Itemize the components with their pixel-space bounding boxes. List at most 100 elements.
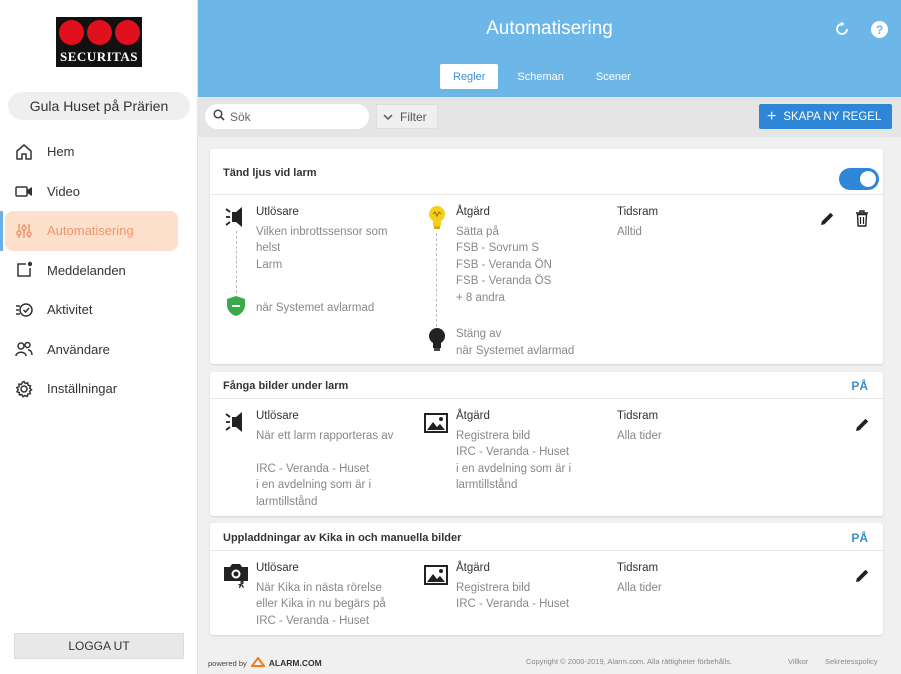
image-icon (424, 413, 448, 438)
home-icon (14, 142, 34, 162)
action2-line: när Systemet avlarmad (456, 345, 575, 357)
chevron-down-icon (383, 110, 393, 124)
rule-card: Uppladdningar av Kika in och manuella bi… (210, 523, 883, 635)
page-header: Automatisering ? Regler Scheman Scener (198, 0, 901, 97)
sliders-icon (14, 221, 34, 241)
trigger-heading: Utlösare (256, 562, 299, 574)
sidebar-item-meddelanden[interactable]: Meddelanden (0, 251, 198, 291)
time-heading: Tidsram (617, 206, 659, 218)
logout-button[interactable]: LOGGA UT (14, 633, 184, 659)
rule-status: PÅ (851, 379, 868, 393)
sidebar-item-aktivitet[interactable]: Aktivitet (0, 290, 198, 330)
siren-icon (225, 410, 249, 439)
action-line: IRC - Veranda - Huset (456, 446, 570, 458)
tab-bar: Regler Scheman Scener (440, 64, 650, 89)
sidebar-item-installningar[interactable]: Inställningar (0, 369, 198, 409)
powered-by-text: powered by (208, 658, 247, 668)
time-value: Alla tider (617, 430, 662, 442)
page-title: Automatisering (486, 18, 613, 39)
site-selector[interactable]: Gula Huset på Prärien (8, 92, 190, 120)
image-icon (424, 565, 448, 590)
action-line: FSB - Sovrum S (456, 242, 540, 254)
plus-icon: + (767, 107, 777, 125)
shield-icon (226, 295, 246, 322)
action-heading: Åtgärd (456, 410, 490, 422)
time-value: Alla tider (617, 582, 662, 594)
create-rule-label: SKAPA NY REGEL (783, 110, 882, 123)
filter-button[interactable]: Filter (376, 104, 438, 129)
lightbulb-off-icon (427, 327, 447, 358)
privacy-link[interactable]: Sekretesspolicy (825, 657, 878, 666)
sidebar-item-label: Meddelanden (47, 262, 126, 278)
rule-card: Tänd ljus vid larm Utlösare Vilken inbro… (210, 149, 883, 364)
search-icon (213, 108, 225, 126)
sidebar-item-label: Aktivitet (47, 302, 93, 318)
alarm-com-logo-icon (249, 656, 266, 669)
edit-pencil-icon[interactable] (855, 417, 870, 437)
sidebar-item-label: Inställningar (47, 381, 118, 397)
rule-card: Fånga bilder under larm PÅ Utlösare När … (210, 372, 883, 516)
toolbar: Filter + SKAPA NY REGEL (198, 97, 901, 137)
trash-icon[interactable] (855, 210, 869, 232)
action-line: Registrera bild (456, 430, 531, 442)
rule-status: PÅ (851, 531, 868, 545)
trigger-line: eller Kika in nu begärs på (256, 598, 386, 610)
edit-pencil-icon[interactable] (820, 211, 835, 231)
time-heading: Tidsram (617, 410, 659, 422)
sidebar-item-video[interactable]: Video (0, 172, 198, 212)
video-camera-icon (14, 181, 34, 201)
rule-title: Fånga bilder under larm (223, 380, 349, 392)
action-line: IRC - Veranda - Huset (456, 598, 570, 610)
sidebar-nav: Hem Video Automatisering Meddelanden Akt… (0, 132, 198, 409)
rule-enabled-toggle[interactable] (839, 168, 879, 190)
trigger-line: När ett larm rapporteras av (256, 430, 394, 442)
securitas-logo: SECURITAS (56, 17, 142, 67)
edit-pencil-icon[interactable] (855, 568, 870, 588)
time-value: Alltid (617, 226, 642, 238)
camera-motion-icon (223, 561, 249, 594)
rule-title: Tänd ljus vid larm (223, 167, 317, 179)
action-line: FSB - Veranda ÖS (456, 275, 552, 287)
trigger-line: Larm (256, 259, 283, 271)
rules-list: Tänd ljus vid larm Utlösare Vilken inbro… (198, 137, 901, 674)
action-heading: Åtgärd (456, 562, 490, 574)
time-heading: Tidsram (617, 562, 659, 574)
refresh-icon[interactable] (834, 21, 850, 37)
trigger-heading: Utlösare (256, 410, 299, 422)
tab-regler[interactable]: Regler (440, 64, 499, 89)
activity-icon (14, 300, 34, 320)
sidebar-item-label: Automatisering (47, 223, 134, 239)
message-icon (14, 260, 34, 280)
sidebar: SECURITAS Gula Huset på Prärien Hem Vide… (0, 0, 198, 674)
search-box (205, 104, 369, 129)
tab-scheman[interactable]: Scheman (504, 64, 576, 89)
siren-icon (225, 205, 249, 234)
gear-icon (14, 379, 34, 399)
powered-by-brand: ALARM.COM (268, 658, 322, 668)
action-line: i en avdelning som är i (456, 463, 572, 475)
sidebar-item-label: Hem (47, 144, 75, 160)
filter-label: Filter (400, 109, 427, 124)
create-rule-button[interactable]: + SKAPA NY REGEL (759, 104, 892, 129)
powered-by: powered by ALARM.COM (208, 656, 322, 669)
sidebar-item-hem[interactable]: Hem (0, 132, 198, 172)
trigger-condition: när Systemet avlarmad (256, 302, 375, 314)
trigger-line: helst (256, 242, 281, 254)
sidebar-item-automatisering[interactable]: Automatisering (0, 211, 178, 251)
users-icon (14, 339, 34, 359)
trigger-line: IRC - Veranda - Huset (256, 463, 370, 475)
action-line: Registrera bild (456, 582, 531, 594)
action-heading: Åtgärd (456, 206, 490, 218)
tab-scener[interactable]: Scener (583, 64, 644, 89)
action2-line: Stäng av (456, 328, 502, 340)
trigger-line: När Kika in nästa rörelse (256, 582, 382, 594)
trigger-line: i en avdelning som är i (256, 479, 372, 491)
sidebar-item-label: Användare (47, 341, 110, 357)
search-input[interactable] (230, 109, 360, 124)
trigger-line: Vilken inbrottssensor som (256, 226, 388, 238)
trigger-line: larmtillstånd (256, 496, 318, 508)
sidebar-item-anvandare[interactable]: Användare (0, 330, 198, 370)
help-icon[interactable]: ? (871, 21, 888, 38)
terms-link[interactable]: Villkor (788, 657, 808, 666)
action-more[interactable]: + 8 andra (456, 290, 505, 306)
